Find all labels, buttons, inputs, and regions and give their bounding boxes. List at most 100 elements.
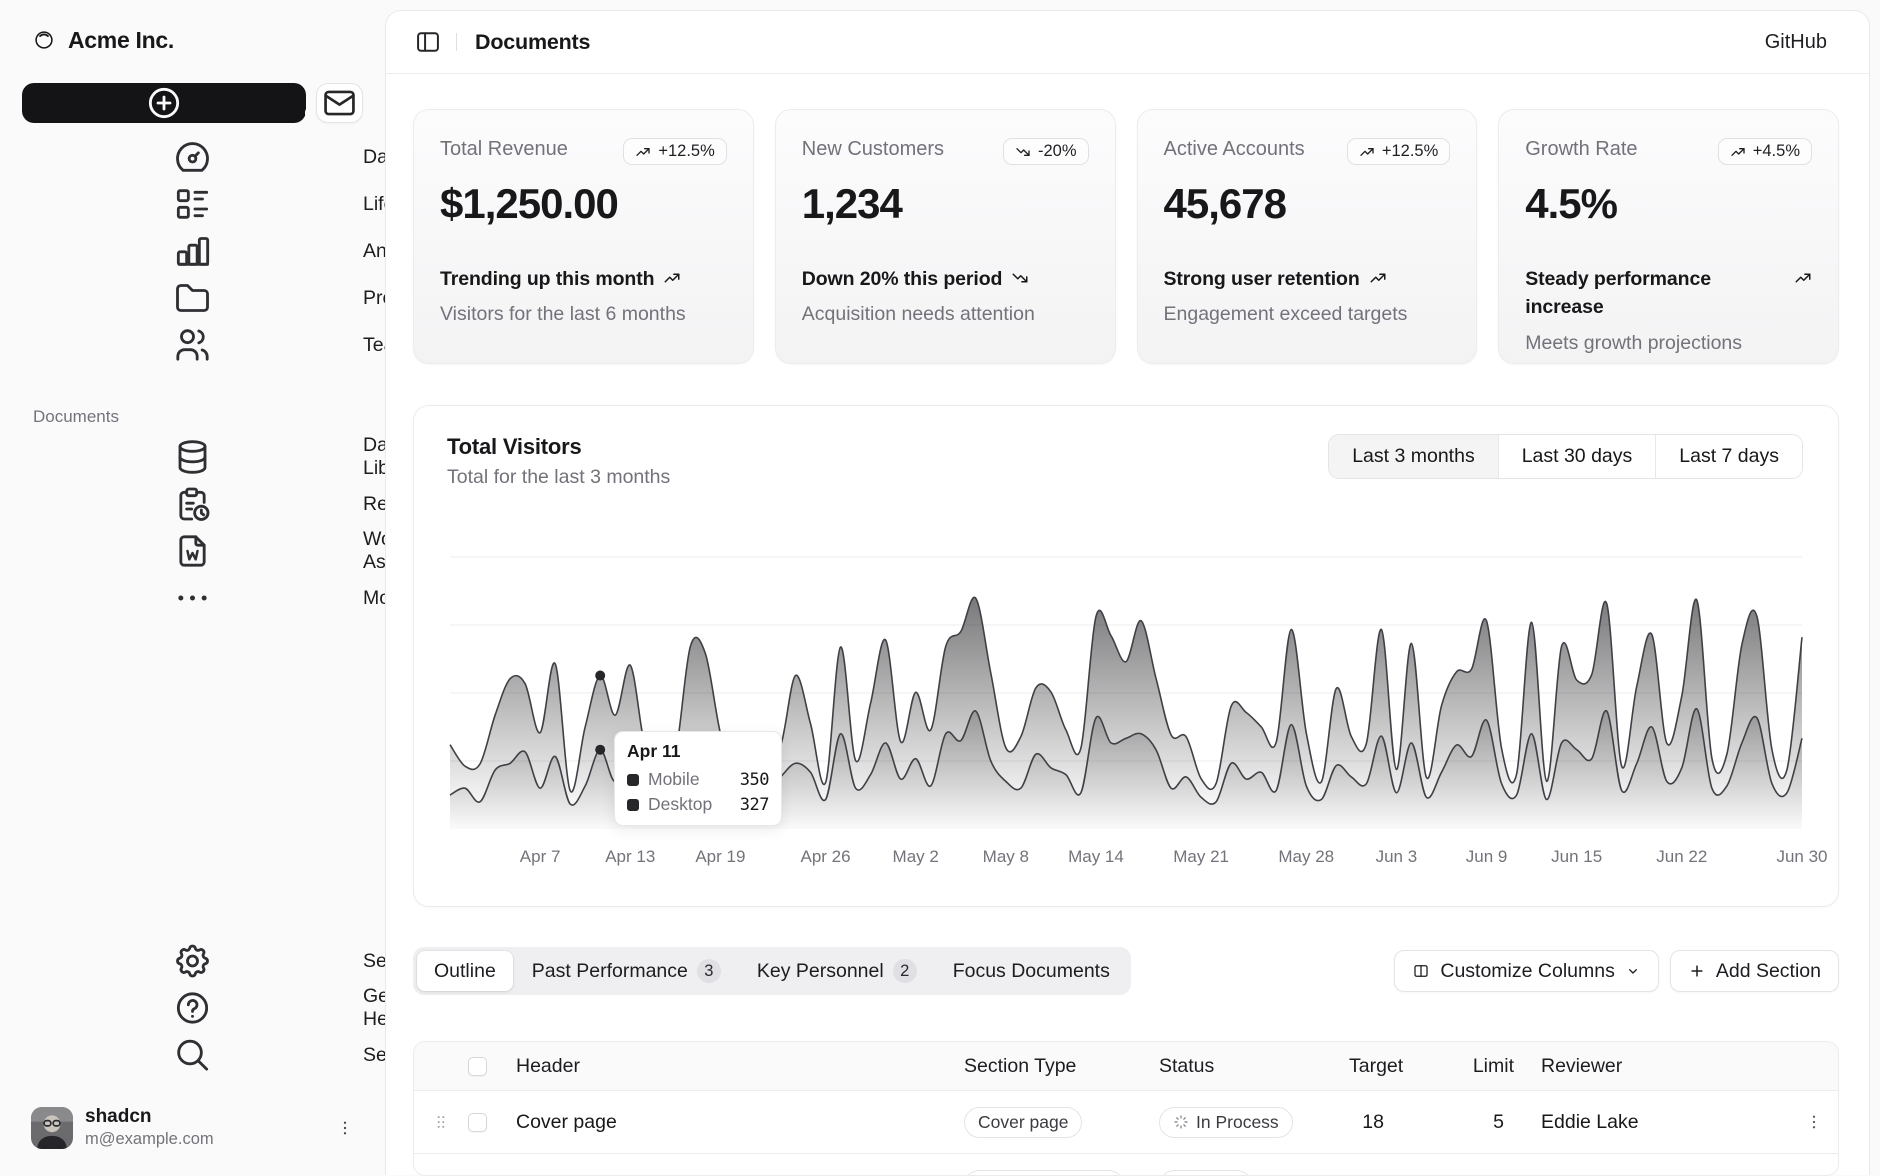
card-footer-desc: Meets growth projections	[1525, 332, 1812, 355]
x-axis-tick: Jun 9	[1442, 847, 1532, 867]
trending-up-icon	[1369, 269, 1387, 287]
sidebar-item-search[interactable]: Search	[22, 1035, 363, 1075]
range-toggle-group: Last 3 months Last 30 days Last 7 days	[1328, 434, 1803, 479]
tab-past-performance[interactable]: Past Performance3	[515, 951, 738, 991]
col-section-type: Section Type	[964, 1055, 1159, 1078]
sidebar-item-get-help[interactable]: Get Help	[22, 988, 363, 1028]
dots-vertical-icon[interactable]	[336, 1119, 354, 1137]
sidebar-item-analytics[interactable]: Analytics	[22, 231, 363, 271]
quick-create-row: Quick Create	[22, 83, 363, 123]
tooltip-row-mobile: Mobile 350	[627, 769, 769, 790]
chevron-down-icon	[1625, 963, 1641, 979]
metric-cards: Total Revenue +12.5% $1,250.00 Trending …	[413, 109, 1839, 364]
plus-icon	[1688, 962, 1706, 980]
brand[interactable]: Acme Inc.	[22, 24, 363, 56]
add-section-button[interactable]: Add Section	[1670, 950, 1839, 992]
chart-title: Total Visitors	[447, 434, 582, 460]
card-footer-desc: Visitors for the last 6 months	[440, 303, 727, 326]
card-title: Active Accounts	[1164, 138, 1305, 161]
table-row-table-of-contents[interactable]: Table of contents Table of contents Done…	[414, 1154, 1838, 1176]
sidebar-item-team[interactable]: Team	[22, 325, 363, 365]
row-checkbox[interactable]	[468, 1113, 487, 1132]
card-footer-title: Steady performance increase	[1525, 265, 1812, 322]
footer-nav: Settings Get Help Search	[22, 941, 363, 1075]
section-type-badge: Table of contents	[964, 1170, 1124, 1176]
trending-up-icon	[1730, 144, 1746, 160]
view-tabs: Outline Past Performance3 Key Personnel2…	[413, 947, 1131, 995]
status-badge: Done	[1159, 1170, 1252, 1176]
card-value: $1,250.00	[440, 180, 727, 228]
target-cell[interactable]: 18	[1349, 1111, 1409, 1134]
user-menu[interactable]: shadcn m@example.com	[22, 1107, 363, 1149]
x-axis-tick: Jun 15	[1532, 847, 1622, 867]
x-axis-tick: Jun 22	[1637, 847, 1727, 867]
sidebar-item-reports[interactable]: Reports	[22, 484, 363, 524]
col-limit: Limit	[1409, 1055, 1519, 1078]
card-value: 4.5%	[1525, 180, 1812, 228]
sidebar-item-word-assistant[interactable]: Word Assistant	[22, 531, 363, 571]
tab-count-badge: 2	[893, 959, 917, 983]
page-title: Documents	[475, 30, 590, 55]
col-status: Status	[1159, 1055, 1349, 1078]
limit-cell[interactable]: 5	[1409, 1111, 1519, 1134]
reviewer-cell[interactable]: Eddie Lake	[1519, 1111, 1789, 1134]
main-nav: Dashboard Lifecycle Analytics Projects T…	[22, 137, 363, 365]
sidebar-item-lifecycle[interactable]: Lifecycle	[22, 184, 363, 224]
tab-key-personnel[interactable]: Key Personnel2	[740, 951, 934, 991]
select-all-checkbox[interactable]	[468, 1057, 487, 1076]
x-axis-labels: Apr 7Apr 13Apr 19Apr 26May 2May 8May 14M…	[414, 847, 1838, 869]
card-value: 1,234	[802, 180, 1089, 228]
card-footer-title: Trending up this month	[440, 265, 727, 293]
trend-badge: -20%	[1003, 138, 1089, 165]
database-icon	[33, 437, 352, 477]
main-panel: Documents GitHub Total Revenue +12.5% $1…	[385, 10, 1870, 1175]
tab-focus-documents[interactable]: Focus Documents	[936, 951, 1127, 991]
user-name: shadcn	[85, 1107, 214, 1128]
trending-down-icon	[1015, 144, 1031, 160]
sidebar-item-data-library[interactable]: Data Library	[22, 437, 363, 477]
inbox-button[interactable]	[316, 83, 363, 123]
range-last-3-months[interactable]: Last 3 months	[1329, 435, 1497, 478]
drag-handle-icon[interactable]	[432, 1113, 450, 1131]
file-word-icon	[33, 531, 352, 571]
table-toolbar: Outline Past Performance3 Key Personnel2…	[413, 947, 1839, 995]
acme-logo-icon	[33, 29, 55, 51]
trend-badge: +4.5%	[1718, 138, 1812, 165]
users-icon	[33, 325, 352, 365]
x-axis-tick: Apr 19	[675, 847, 765, 867]
page-header: Documents GitHub	[386, 11, 1869, 74]
table-row-cover-page[interactable]: Cover page Cover page In Process 18 5 Ed…	[414, 1091, 1838, 1154]
tooltip-date: Apr 11	[627, 741, 769, 762]
customize-columns-button[interactable]: Customize Columns	[1394, 950, 1658, 992]
chart-subtitle: Total for the last 3 months	[447, 466, 670, 489]
help-icon	[33, 988, 352, 1028]
folder-icon	[33, 278, 352, 318]
trending-up-icon	[1794, 269, 1812, 287]
col-target: Target	[1349, 1055, 1409, 1078]
range-last-7-days[interactable]: Last 7 days	[1655, 435, 1802, 478]
sidebar-toggle-button[interactable]	[414, 28, 442, 56]
card-footer-desc: Acquisition needs attention	[802, 303, 1089, 326]
trend-badge: +12.5%	[1347, 138, 1450, 165]
status-badge: In Process	[1159, 1107, 1293, 1138]
x-axis-tick: May 21	[1156, 847, 1246, 867]
github-link[interactable]: GitHub	[1765, 31, 1827, 54]
range-last-30-days[interactable]: Last 30 days	[1498, 435, 1656, 478]
tab-outline[interactable]: Outline	[417, 951, 513, 991]
mail-icon	[317, 84, 362, 122]
user-meta: shadcn m@example.com	[85, 1107, 214, 1148]
sidebar-item-dashboard[interactable]: Dashboard	[22, 137, 363, 177]
sidebar-item-more[interactable]: More	[22, 578, 363, 618]
card-footer-title: Down 20% this period	[802, 265, 1089, 293]
sidebar-item-projects[interactable]: Projects	[22, 278, 363, 318]
user-email: m@example.com	[85, 1130, 214, 1148]
panel-left-icon	[414, 28, 442, 56]
plus-circle-icon	[35, 83, 293, 123]
row-header-cell[interactable]: Cover page	[512, 1111, 964, 1134]
trending-down-icon	[1011, 269, 1029, 287]
quick-create-button[interactable]: Quick Create	[22, 83, 306, 123]
sidebar-item-settings[interactable]: Settings	[22, 941, 363, 981]
row-menu-icon[interactable]	[1805, 1113, 1823, 1131]
card-title: Total Revenue	[440, 138, 568, 161]
trending-up-icon	[1359, 144, 1375, 160]
